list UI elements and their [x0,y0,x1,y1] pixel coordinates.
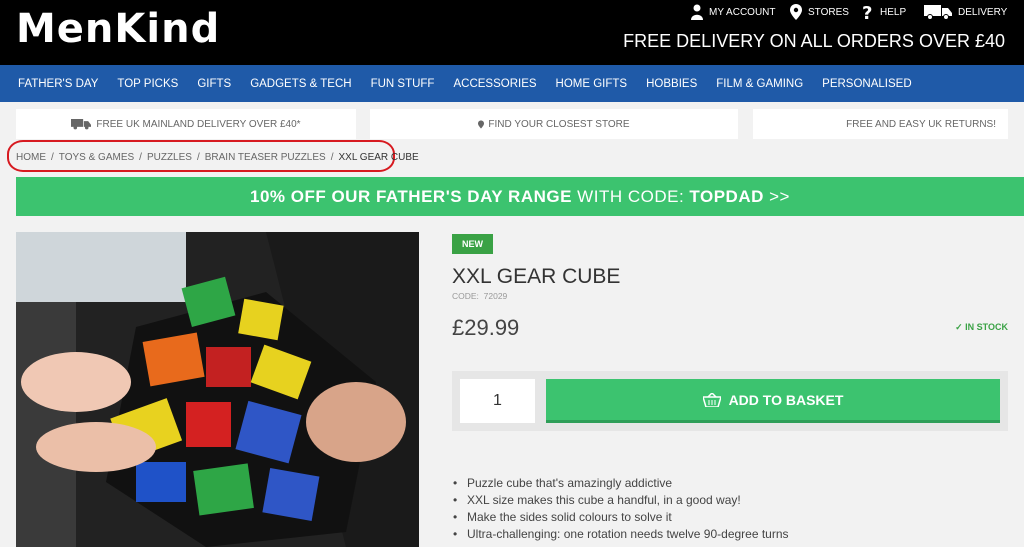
breadcrumb: HOME / TOYS & GAMES / PUZZLES / BRAIN TEASER P… [16,152,419,163]
product-code: CODE: 72029 [452,291,508,301]
truck-icon [71,119,92,130]
list-item: Puzzle cube that's amazingly addictive [453,477,789,491]
breadcrumb-separator: / [196,152,200,163]
breadcrumb-toys-games[interactable]: TOYS & GAMES [59,152,134,163]
stores-label: STORES [808,6,849,18]
nav-item-top-picks[interactable]: TOP PICKS [117,78,178,90]
gear-cube-photo [16,232,419,547]
free-delivery-banner: FREE DELIVERY ON ALL ORDERS OVER £40 [623,31,1005,51]
nav-item-gifts[interactable]: GIFTS [197,78,231,90]
breadcrumb-puzzles[interactable]: PUZZLES [147,152,192,163]
breadcrumb-current: XXL GEAR CUBE [338,152,419,163]
my-account-label: MY ACCOUNT [709,6,776,18]
promo-headline: 10% OFF OUR FATHER'S DAY RANGE [250,186,572,206]
promo-banner[interactable]: 10% OFF OUR FATHER'S DAY RANGE WITH CODE… [16,177,1024,216]
nav-item-film-gaming[interactable]: FILM & GAMING [716,78,803,90]
list-item: XXL size makes this cube a handful, in a… [453,494,789,508]
breadcrumb-separator: / [139,152,142,163]
product-title: XXL GEAR CUBE [452,265,621,288]
new-badge: NEW [452,234,493,254]
promo-arrow: >> [763,186,790,206]
list-item: Make the sides solid colours to solve it [453,511,789,525]
breadcrumb-home[interactable]: HOME [16,152,46,163]
truck-icon [924,5,952,20]
map-pin-icon [790,4,802,20]
nav-item-personalised[interactable]: PERSONALISED [822,78,911,90]
question-icon: ? [862,4,872,21]
nav-item-fun-stuff[interactable]: FUN STUFF [371,78,435,90]
info-returns-label: FREE AND EASY UK RETURNS! [846,118,996,130]
nav-item-hobbies[interactable]: HOBBIES [646,78,697,90]
info-store-label: FIND YOUR CLOSEST STORE [488,118,630,130]
my-account-link[interactable]: MY ACCOUNT [691,4,776,20]
add-to-basket-button[interactable]: ADD TO BASKET [546,379,1000,423]
stock-status: ✓ IN STOCK [955,322,1008,332]
help-label: HELP [880,7,907,18]
basket-icon [702,392,721,407]
promo-mid: WITH CODE: [571,186,690,206]
help-link[interactable]: ? HELP [862,4,906,21]
nav-item-gadgets-tech[interactable]: GADGETS & TECH [250,78,351,90]
nav-item-accessories[interactable]: ACCESSORIES [453,78,536,90]
breadcrumb-separator: / [330,152,334,163]
info-store[interactable]: FIND YOUR CLOSEST STORE [370,109,738,139]
menkind-logo[interactable]: MenKind [16,6,220,52]
product-price: £29.99 [452,315,520,340]
add-to-basket-label: ADD TO BASKET [728,391,844,408]
svg-text:?: ? [862,4,872,21]
list-item: Ultra-challenging: one rotation needs tw… [453,528,789,542]
breadcrumb-separator: / [51,152,54,163]
delivery-link[interactable]: DELIVERY [924,4,1007,20]
quantity-input[interactable]: 1 [460,379,535,423]
promo-code: TOPDAD [689,186,764,206]
user-icon [691,4,703,20]
site-header: MenKind MY ACCOUNT STORES ? HELP DELIVER… [0,0,1024,65]
info-delivery[interactable]: FREE UK MAINLAND DELIVERY OVER £40* [16,109,356,139]
stores-link[interactable]: STORES [790,4,849,20]
main-nav: FATHER'S DAY TOP PICKS GIFTS GADGETS & T… [0,65,1024,102]
product-image[interactable] [16,232,419,547]
nav-item-home-gifts[interactable]: HOME GIFTS [556,78,628,90]
nav-item-fathers-day[interactable]: FATHER'S DAY [18,78,98,90]
product-features: Puzzle cube that's amazingly addictive X… [453,477,789,545]
info-returns[interactable]: FREE AND EASY UK RETURNS! [753,109,1008,139]
map-pin-icon [478,120,485,128]
info-delivery-label: FREE UK MAINLAND DELIVERY OVER £40* [96,118,301,130]
delivery-label: DELIVERY [958,6,1008,18]
breadcrumb-brain-teaser[interactable]: BRAIN TEASER PUZZLES [205,152,326,163]
